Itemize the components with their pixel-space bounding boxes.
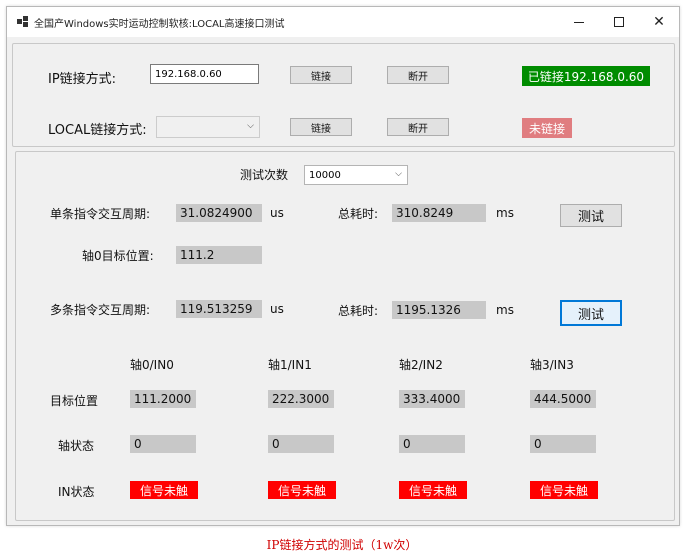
app-icon <box>17 16 28 27</box>
test-group: 测试次数 10000 ⌵ 单条指令交互周期: 31.0824900 us 总耗时… <box>15 151 675 521</box>
minimize-button[interactable] <box>559 7 599 37</box>
close-button[interactable]: ✕ <box>639 7 679 37</box>
local-link-label: LOCAL链接方式: <box>48 123 147 138</box>
test-count-select[interactable]: 10000 ⌵ <box>304 165 408 185</box>
multi-cycle-label: 多条指令交互周期: <box>50 303 151 317</box>
chevron-down-icon: ⌵ <box>247 121 254 131</box>
local-disconnect-button[interactable]: 断开 <box>387 118 449 136</box>
axis1-state-cell: 0 <box>268 435 334 453</box>
multi-total-value: 1195.1326 <box>392 301 486 319</box>
axis0-target-label: 轴0目标位置: <box>82 249 154 263</box>
figure-caption: IP链接方式的测试（1w次） <box>266 538 418 552</box>
in1-state-badge: 信号未触 <box>268 481 336 499</box>
axis3-state-cell: 0 <box>530 435 596 453</box>
single-cycle-label: 单条指令交互周期: <box>50 207 151 221</box>
in2-state-badge: 信号未触 <box>399 481 467 499</box>
maximize-button[interactable] <box>599 7 639 37</box>
single-cycle-value: 31.0824900 <box>176 204 262 222</box>
single-total-value: 310.8249 <box>392 204 486 222</box>
ip-link-label: IP链接方式: <box>48 72 117 87</box>
close-icon: ✕ <box>653 14 665 30</box>
multi-cycle-unit: us <box>270 302 284 316</box>
target-row-label: 目标位置 <box>50 394 99 408</box>
multi-total-label: 总耗时: <box>338 304 379 318</box>
multi-test-button[interactable]: 测试 <box>560 300 622 326</box>
maximize-icon <box>614 17 624 27</box>
ip-disconnect-button[interactable]: 断开 <box>387 66 449 84</box>
in0-state-badge: 信号未触 <box>130 481 198 499</box>
ip-status-badge: 已链接192.168.0.60 <box>522 66 650 86</box>
axis2-state-cell: 0 <box>399 435 465 453</box>
local-status-badge: 未链接 <box>522 118 572 138</box>
axis2-target-cell: 333.4000 <box>399 390 465 408</box>
axis0-header: 轴0/IN0 <box>130 358 174 372</box>
axis1-header: 轴1/IN1 <box>268 358 312 372</box>
multi-total-unit: ms <box>496 303 514 317</box>
multi-cycle-value: 119.513259 <box>176 300 262 318</box>
axis1-target-cell: 222.3000 <box>268 390 334 408</box>
axis3-header: 轴3/IN3 <box>530 358 574 372</box>
minimize-icon <box>574 21 584 23</box>
axis3-target-cell: 444.5000 <box>530 390 596 408</box>
window-title: 全国产Windows实时运动控制软核:LOCAL高速接口测试 <box>34 19 285 30</box>
single-total-label: 总耗时: <box>338 207 379 221</box>
state-row-label: 轴状态 <box>58 439 95 453</box>
ip-connect-button[interactable]: 链接 <box>290 66 352 84</box>
main-window: 全国产Windows实时运动控制软核:LOCAL高速接口测试 ✕ IP链接方式:… <box>6 6 680 526</box>
axis0-target-value: 111.2 <box>176 246 262 264</box>
connection-group: IP链接方式: 192.168.0.60 链接 断开 已链接192.168.0.… <box>12 43 675 147</box>
test-count-value: 10000 <box>309 169 341 181</box>
test-count-label: 测试次数 <box>240 168 289 182</box>
single-cycle-unit: us <box>270 206 284 220</box>
in3-state-badge: 信号未触 <box>530 481 598 499</box>
local-connect-button[interactable]: 链接 <box>290 118 352 136</box>
ip-address-input[interactable]: 192.168.0.60 <box>150 64 259 84</box>
local-link-select[interactable]: ⌵ <box>156 116 260 138</box>
single-test-button[interactable]: 测试 <box>560 204 622 227</box>
axis0-state-cell: 0 <box>130 435 196 453</box>
title-bar[interactable]: 全国产Windows实时运动控制软核:LOCAL高速接口测试 ✕ <box>7 7 679 37</box>
chevron-down-icon: ⌵ <box>395 169 402 179</box>
axis0-target-cell: 111.2000 <box>130 390 196 408</box>
in-state-row-label: IN状态 <box>58 485 95 499</box>
axis2-header: 轴2/IN2 <box>399 358 443 372</box>
single-total-unit: ms <box>496 206 514 220</box>
